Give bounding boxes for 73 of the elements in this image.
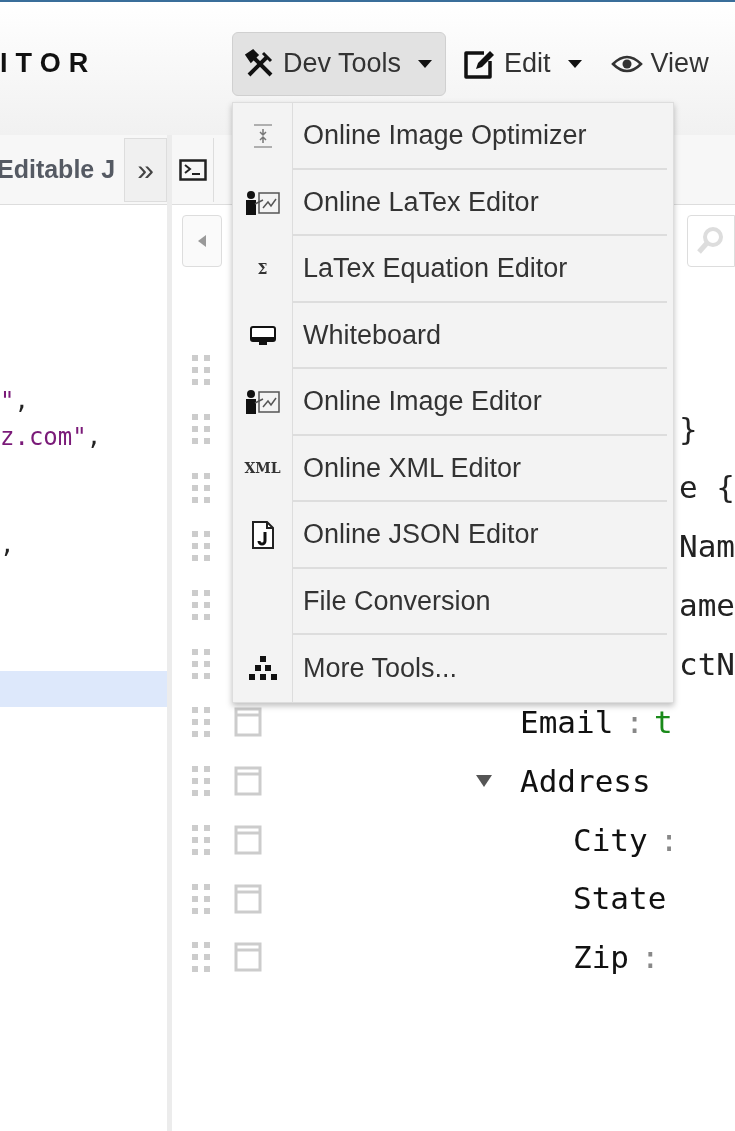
presenter-icon (244, 189, 281, 216)
tree-text: Nam (679, 527, 735, 567)
tree-key: State (573, 875, 667, 922)
drag-handle-icon[interactable] (192, 414, 210, 445)
separator: : (659, 820, 679, 860)
monitor-icon (248, 324, 277, 347)
drag-handle-icon[interactable] (192, 883, 210, 914)
compress-icon (251, 123, 274, 150)
menu-button[interactable]: Edit (450, 31, 595, 96)
tree-value: t (654, 703, 673, 743)
code-token: , (86, 423, 102, 451)
code-token: , (14, 387, 29, 415)
tree-key: Email (520, 699, 614, 746)
search-icon (696, 226, 724, 256)
menu-item[interactable]: More Tools... (233, 635, 673, 702)
menu-item-label: Online Image Editor (303, 385, 542, 418)
drag-handle-icon[interactable] (192, 355, 210, 386)
eye-icon (610, 53, 643, 74)
code-token: " (0, 387, 15, 415)
menu-item[interactable]: Σ LaTex Equation Editor (233, 236, 673, 303)
row-menu-icon[interactable] (234, 942, 262, 973)
tree-text: ame (679, 585, 735, 625)
row-menu-icon[interactable] (234, 707, 262, 738)
row-menu-icon[interactable] (234, 766, 262, 797)
collapse-button[interactable]: » (124, 137, 167, 202)
drag-handle-icon[interactable] (192, 472, 210, 503)
menu-item-label: LaTex Equation Editor (303, 252, 568, 285)
menu-item[interactable]: File Conversion (233, 568, 673, 635)
menu-item[interactable]: Online JSON Editor (233, 502, 673, 569)
menu-item-label: Whiteboard (303, 318, 442, 352)
drag-handle-icon[interactable] (192, 531, 210, 562)
json-file-icon (250, 520, 275, 551)
icon-glyph: XML (244, 459, 281, 479)
back-icon (197, 234, 207, 248)
app-title: ITOR (0, 47, 98, 81)
separator: : (641, 937, 660, 977)
menu-item-label: Online Image Optimizer (303, 119, 587, 152)
menu-item-label: Online LaTex Editor (303, 185, 539, 219)
menu-item[interactable]: Online Image Optimizer (233, 103, 673, 170)
icon-glyph: Σ (257, 259, 268, 279)
nav-button[interactable] (182, 215, 222, 267)
tree-text: ctN (679, 644, 735, 684)
separator: : (625, 703, 644, 743)
menu-item[interactable]: Online Image Editor (233, 369, 673, 436)
search-field[interactable] (687, 215, 735, 267)
menu-item-label: More Tools... (303, 652, 458, 685)
drag-handle-icon[interactable] (192, 824, 210, 855)
code-token: z.com" (0, 423, 87, 451)
presenter-icon (244, 389, 281, 416)
tools-icon (245, 48, 275, 79)
menu-button[interactable]: View (598, 31, 721, 96)
tree-key: Address (520, 757, 651, 805)
terminal-icon (178, 158, 207, 181)
tree-text: } (679, 409, 698, 449)
menu-item[interactable]: Whiteboard (233, 302, 673, 369)
drag-handle-icon[interactable] (192, 590, 210, 621)
menu-item[interactable]: XML Online XML Editor (233, 435, 673, 502)
tree-key: City (573, 816, 648, 864)
menu-button[interactable]: Dev Tools (232, 31, 447, 96)
row-menu-icon[interactable] (234, 824, 262, 855)
drag-handle-icon[interactable] (192, 707, 210, 738)
hierarchy-icon (247, 655, 278, 682)
menu-item-label: Online JSON Editor (303, 518, 539, 551)
drag-handle-icon[interactable] (192, 942, 210, 973)
menu-item-label: File Conversion (303, 584, 491, 618)
row-menu-icon[interactable] (234, 883, 262, 914)
tree-key: Zip (573, 933, 629, 981)
menu-item[interactable]: Online LaTex Editor (233, 169, 673, 236)
tree-text: e { (679, 468, 735, 508)
drag-handle-icon[interactable] (192, 648, 210, 679)
drag-handle-icon[interactable] (192, 766, 210, 797)
code-token: , (0, 531, 15, 559)
menu-item-label: Online XML Editor (303, 451, 522, 485)
